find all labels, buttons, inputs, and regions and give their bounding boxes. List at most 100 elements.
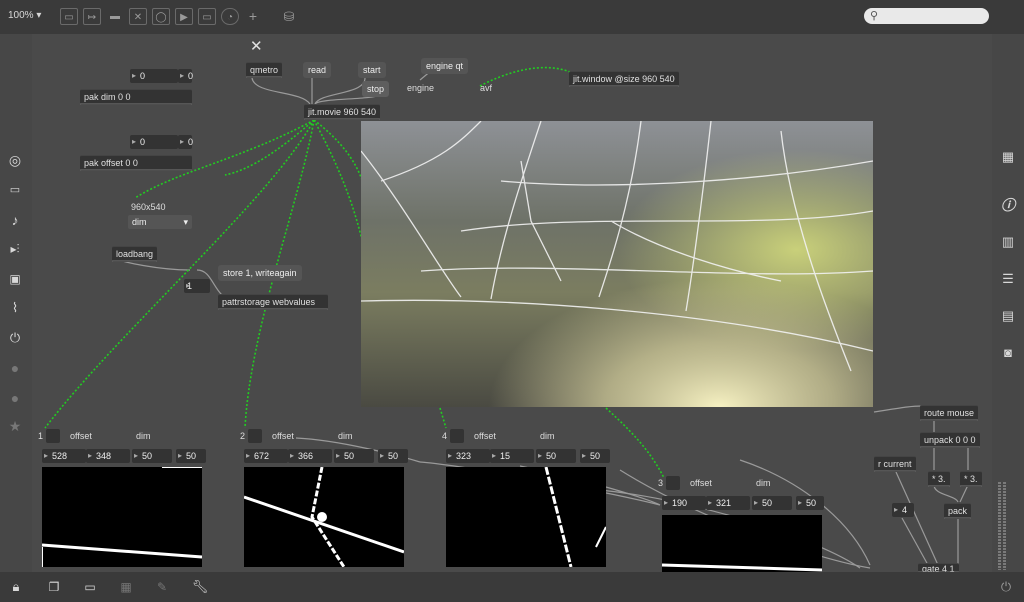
tile-1-offset-x[interactable]: 528 <box>42 449 86 463</box>
tile-2-offset-y[interactable]: 366 <box>288 449 332 463</box>
pak-dim-b-value: 0 <box>188 71 194 81</box>
qmetro-object[interactable]: qmetro <box>246 62 283 78</box>
tile-2-dim-h[interactable]: 50 <box>378 449 408 463</box>
multiply-object-1[interactable]: * 3. <box>928 471 950 487</box>
sequence-icon[interactable]: ▸⫶ <box>5 241 25 257</box>
info-icon[interactable]: ⓘ <box>998 197 1018 213</box>
jit-movie-object[interactable]: jit.movie 960 540 <box>304 104 381 120</box>
tile-3-dim-w[interactable]: 50 <box>752 496 792 510</box>
route-mouse-object[interactable]: route mouse <box>920 405 979 421</box>
button-icon[interactable]: ◯ <box>152 8 170 25</box>
close-toggle-icon[interactable]: ✕ <box>250 37 263 55</box>
pattrstorage-label: pattrstorage webvalues <box>222 297 316 307</box>
tile-3-offset-y[interactable]: 321 <box>706 496 750 510</box>
tile-2-offset-y-value: 366 <box>298 451 314 461</box>
windows-icon[interactable]: ❐ <box>44 579 64 595</box>
pak-dim-number-b[interactable]: 0 <box>178 69 194 83</box>
store-number[interactable]: 1 <box>184 279 210 293</box>
tile-4-offset-y[interactable]: 15 <box>490 449 534 463</box>
message-icon[interactable]: ↦ <box>83 8 101 25</box>
pak-offset-number-a[interactable]: 0 <box>130 135 178 149</box>
tile-3-offset-y-value: 321 <box>716 498 732 508</box>
tile-2-toggle[interactable] <box>248 429 262 443</box>
star-icon[interactable]: ★ <box>5 418 25 434</box>
comment-icon[interactable]: ▬ <box>106 8 124 25</box>
grid-snap-icon[interactable]: ▦ <box>116 579 136 595</box>
image-icon[interactable]: ▣ <box>5 271 25 287</box>
tile-2-dim-w[interactable]: 50 <box>334 449 374 463</box>
jit-pwindow-preview[interactable] <box>361 121 873 407</box>
pak-dim-object[interactable]: pak dim 0 0 <box>80 89 192 105</box>
grid-icon[interactable]: ▦ <box>998 149 1018 165</box>
unpack-object[interactable]: unpack 0 0 0 <box>920 432 980 448</box>
multiply-object-2[interactable]: * 3. <box>960 471 982 487</box>
r-current-object[interactable]: r current <box>874 456 916 472</box>
start-message[interactable]: start <box>358 62 386 78</box>
book-icon[interactable]: ▥ <box>998 234 1018 250</box>
pak-dim-number-a[interactable]: 0 <box>130 69 178 83</box>
zoom-menu[interactable]: 100% ▾ <box>8 10 41 21</box>
power-icon[interactable]: ⏻ <box>996 579 1016 595</box>
film-icon[interactable]: ▭ <box>5 182 25 198</box>
target-icon[interactable]: ◎ <box>5 152 25 168</box>
bpatcher-icon[interactable]: ● <box>5 390 25 406</box>
list-icon[interactable]: ☰ <box>998 271 1018 287</box>
tile-3-offset-x-value: 190 <box>672 498 688 508</box>
tile-4-dim-w[interactable]: 50 <box>536 449 576 463</box>
toggle-icon[interactable]: ✕ <box>129 8 147 25</box>
vimeo-icon[interactable]: ● <box>5 360 25 376</box>
tile-1-dim-w-value: 50 <box>142 451 153 461</box>
tile-4-dim-h[interactable]: 50 <box>580 449 610 463</box>
pak-offset-number-b[interactable]: 0 <box>178 135 193 149</box>
qmetro-label: qmetro <box>250 65 279 75</box>
wrench-icon[interactable]: 🔧︎ <box>190 579 210 595</box>
play-icon[interactable]: ▶ <box>175 8 193 25</box>
pencil-icon[interactable]: ✎ <box>152 579 172 595</box>
tile-1-dim-h-value: 50 <box>186 451 197 461</box>
read-message[interactable]: read <box>303 62 332 78</box>
tile-3-index: 3 <box>658 478 664 488</box>
store-message[interactable]: store 1, writeagain <box>218 265 302 281</box>
music-note-icon[interactable]: ♪ <box>5 212 25 228</box>
lock-icon[interactable]: 🔒︎ <box>6 579 26 595</box>
plug-icon[interactable]: ⏻ <box>5 330 25 346</box>
dial-icon[interactable]: ◔ <box>221 8 239 25</box>
route-mouse-label: route mouse <box>924 408 975 418</box>
add-icon[interactable]: + <box>244 8 262 25</box>
tile-3-video <box>662 515 822 572</box>
tile-1-offset-y[interactable]: 348 <box>86 449 130 463</box>
loadbang-object[interactable]: loadbang <box>112 246 158 262</box>
new-object-icon[interactable]: ▭ <box>60 8 78 25</box>
tile-4-toggle[interactable] <box>450 429 464 443</box>
spider-web-image <box>361 121 873 407</box>
tile-3-offset-x[interactable]: 190 <box>662 496 706 510</box>
jit-window-label: jit.window @size 960 540 <box>573 74 675 84</box>
slider-icon[interactable]: ▭ <box>198 8 216 25</box>
presentation-icon[interactable]: ▭ <box>80 579 100 595</box>
tile-4-offset-x[interactable]: 323 <box>446 449 490 463</box>
tile-1-index: 1 <box>38 431 44 441</box>
pack-object[interactable]: pack <box>944 503 972 519</box>
tile-1-toggle[interactable] <box>46 429 60 443</box>
tile-2-offset-x[interactable]: 672 <box>244 449 288 463</box>
tile-1-dim-w[interactable]: 50 <box>132 449 172 463</box>
gate-number[interactable]: 4 <box>892 503 914 517</box>
engine-qt-message[interactable]: engine qt <box>421 58 469 74</box>
tile-3-toggle[interactable] <box>666 476 680 490</box>
pattrstorage-object[interactable]: pattrstorage webvalues <box>218 294 328 310</box>
dim-dropdown[interactable]: dim ▾ <box>128 215 192 229</box>
tile-3-dim-h[interactable]: 50 <box>796 496 824 510</box>
jit-window-object[interactable]: jit.window @size 960 540 <box>569 71 679 87</box>
stop-message[interactable]: stop <box>362 81 390 97</box>
tile-4-video <box>446 467 606 567</box>
tile-4-dim-label: dim <box>540 431 555 441</box>
search-field[interactable]: ⚲ <box>864 8 989 24</box>
level-meter-left <box>998 482 1001 570</box>
pak-offset-object[interactable]: pak offset 0 0 <box>80 155 192 171</box>
camera-icon[interactable]: ◙ <box>998 345 1018 361</box>
paint-bucket-icon[interactable]: ⛁ <box>280 8 298 25</box>
tile-1-dim-h[interactable]: 50 <box>176 449 206 463</box>
tile-4-offset-y-value: 15 <box>500 451 511 461</box>
paperclip-icon[interactable]: ⌇ <box>5 300 25 316</box>
reference-book-icon[interactable]: ▤ <box>998 308 1018 324</box>
